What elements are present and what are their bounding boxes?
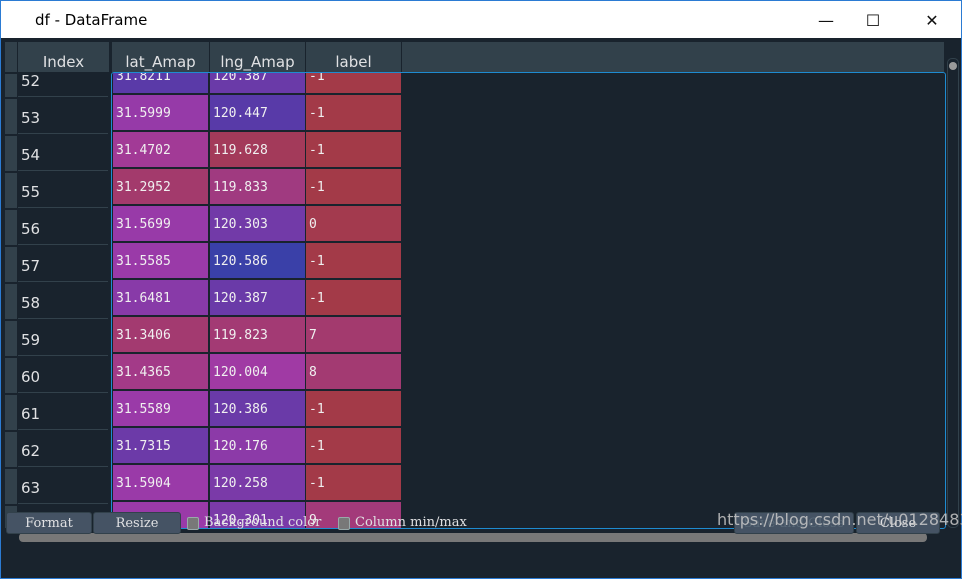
table-cell[interactable]: -1 xyxy=(306,465,402,501)
table-cell[interactable]: 31.2952 xyxy=(113,169,209,205)
table-cell[interactable]: 120.303 xyxy=(210,206,306,242)
index-row[interactable]: 61 xyxy=(5,394,109,431)
index-row[interactable]: 59 xyxy=(5,320,109,357)
index-value: 62 xyxy=(18,431,108,467)
index-value: 52 xyxy=(18,74,108,97)
minimize-button[interactable]: — xyxy=(803,1,849,39)
row-header-handle[interactable] xyxy=(5,321,17,356)
table-cell[interactable]: 31.3406 xyxy=(113,317,209,353)
table-cell[interactable]: 31.5589 xyxy=(113,391,209,427)
table-cell[interactable]: 119.823 xyxy=(210,317,306,353)
table-cell[interactable]: -1 xyxy=(306,95,402,131)
column-header[interactable]: label xyxy=(306,42,402,72)
index-value: 54 xyxy=(18,135,108,171)
row-header-handle[interactable] xyxy=(5,210,17,245)
table-cell[interactable]: 120.387 xyxy=(210,280,306,316)
index-value: 57 xyxy=(18,246,108,282)
table-cell[interactable]: 7 xyxy=(306,317,402,353)
table-cell[interactable]: 120.176 xyxy=(210,428,306,464)
column-minmax-checkbox[interactable] xyxy=(338,517,350,530)
row-header-handle[interactable] xyxy=(5,99,17,134)
table-cell[interactable]: 120.386 xyxy=(210,391,306,427)
index-value: 55 xyxy=(18,172,108,208)
table-cell[interactable]: 120.447 xyxy=(210,95,306,131)
table-cell[interactable]: 31.7315 xyxy=(113,428,209,464)
header-corner xyxy=(5,42,17,72)
background-color-checkbox[interactable] xyxy=(187,517,199,530)
table-cell[interactable]: 120.387 xyxy=(210,73,306,94)
row-header-handle[interactable] xyxy=(5,395,17,430)
column-minmax-label: Column min/max xyxy=(355,515,467,530)
index-value: 63 xyxy=(18,468,108,504)
index-value: 53 xyxy=(18,98,108,134)
table-cell[interactable]: 31.5585 xyxy=(113,243,209,279)
table-cell[interactable]: 120.586 xyxy=(210,243,306,279)
index-row[interactable]: 62 xyxy=(5,431,109,468)
dataframe-editor: Index lat_Amap lng_Amap label 52 53 54 55 56… xyxy=(0,38,962,579)
table-cell[interactable]: 31.5999 xyxy=(113,95,209,131)
index-value: 58 xyxy=(18,283,108,319)
column-header[interactable]: lng_Amap xyxy=(210,42,306,72)
index-value: 61 xyxy=(18,394,108,430)
row-header-handle[interactable] xyxy=(5,136,17,171)
table-cell[interactable]: -1 xyxy=(306,169,402,205)
index-column: 52535455565758596061626364 xyxy=(5,74,109,528)
row-header-handle[interactable] xyxy=(5,173,17,208)
index-header[interactable]: Index xyxy=(18,42,109,72)
index-row[interactable]: 52 xyxy=(5,74,109,98)
index-value: 56 xyxy=(18,209,108,245)
watermark: https://blog.csdn.net/u012848304 xyxy=(717,510,962,529)
resize-button[interactable]: Resize xyxy=(93,512,181,534)
table-cell[interactable]: 31.5699 xyxy=(113,206,209,242)
row-header-handle[interactable] xyxy=(5,74,17,97)
index-row[interactable]: 58 xyxy=(5,283,109,320)
table-cell[interactable]: 120.004 xyxy=(210,354,306,390)
maximize-button[interactable]: ☐ xyxy=(850,1,896,39)
table-cell[interactable]: 119.628 xyxy=(210,132,306,168)
index-value: 60 xyxy=(18,357,108,393)
index-row[interactable]: 54 xyxy=(5,135,109,172)
index-row[interactable]: 60 xyxy=(5,357,109,394)
index-row[interactable]: 57 xyxy=(5,246,109,283)
table-cell[interactable]: -1 xyxy=(306,243,402,279)
row-header-handle[interactable] xyxy=(5,469,17,504)
row-header-handle[interactable] xyxy=(5,432,17,467)
table-cell[interactable]: -1 xyxy=(306,73,402,94)
index-row[interactable]: 56 xyxy=(5,209,109,246)
index-row[interactable]: 55 xyxy=(5,172,109,209)
row-header-handle[interactable] xyxy=(5,247,17,282)
horizontal-scrollbar[interactable] xyxy=(19,533,927,542)
table-cell[interactable]: 31.4365 xyxy=(113,354,209,390)
background-color-label: Background color xyxy=(204,515,322,530)
table-cell[interactable]: 31.4702 xyxy=(113,132,209,168)
table-cell[interactable]: -1 xyxy=(306,391,402,427)
index-row[interactable]: 53 xyxy=(5,98,109,135)
vertical-scroll-thumb[interactable] xyxy=(947,58,959,528)
format-button[interactable]: Format xyxy=(6,512,92,534)
table-cell[interactable]: -1 xyxy=(306,280,402,316)
table-cell[interactable]: 119.833 xyxy=(210,169,306,205)
index-value: 59 xyxy=(18,320,108,356)
index-row[interactable]: 63 xyxy=(5,468,109,505)
data-grid[interactable]: 31.8211 120.387 -1 31.5999 120.447 -1 31.4702 1… xyxy=(111,72,946,529)
table-cell[interactable]: 0 xyxy=(306,206,402,242)
row-header-handle[interactable] xyxy=(5,284,17,319)
column-headers: lat_Amap lng_Amap label xyxy=(112,42,944,72)
table-cell[interactable]: 8 xyxy=(306,354,402,390)
table-cell[interactable]: -1 xyxy=(306,428,402,464)
close-window-button[interactable]: ✕ xyxy=(909,1,955,39)
table-cell[interactable]: 31.6481 xyxy=(113,280,209,316)
table-cell[interactable]: 31.8211 xyxy=(113,73,209,94)
table-cell[interactable]: 31.5904 xyxy=(113,465,209,501)
window-title: df - DataFrame xyxy=(35,11,148,29)
table-cell[interactable]: 120.258 xyxy=(210,465,306,501)
column-header[interactable]: lat_Amap xyxy=(112,42,210,72)
row-header-handle[interactable] xyxy=(5,358,17,393)
title-bar: df - DataFrame — ☐ ✕ xyxy=(0,0,962,38)
table-cell[interactable]: -1 xyxy=(306,132,402,168)
